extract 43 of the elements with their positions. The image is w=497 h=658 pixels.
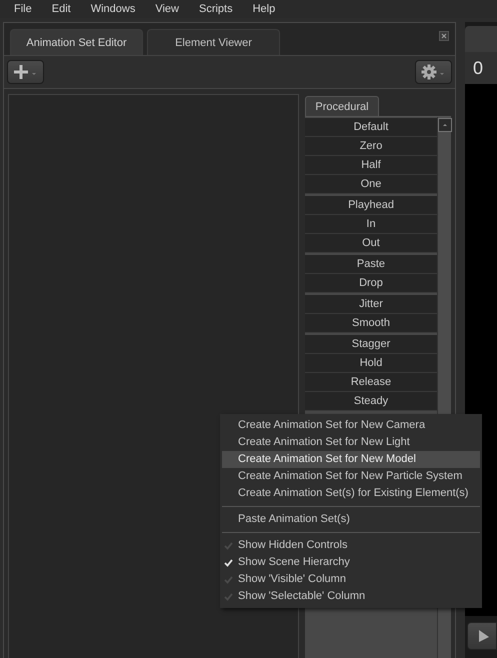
menu-item[interactable]: Show 'Visible' Column bbox=[238, 571, 346, 588]
procedural-button[interactable]: Paste bbox=[305, 255, 437, 274]
menu-item[interactable]: Scripts bbox=[198, 3, 233, 15]
menu-item[interactable]: View bbox=[155, 3, 179, 15]
procedural-button[interactable]: Drop bbox=[305, 274, 437, 293]
menu-item[interactable]: Edit bbox=[52, 3, 71, 15]
tab[interactable]: Animation Set Editor bbox=[10, 29, 143, 55]
settings-button[interactable] bbox=[415, 60, 452, 84]
cursor-arrow-icon bbox=[478, 629, 490, 643]
procedural-button[interactable]: Half bbox=[305, 156, 437, 175]
menu-item[interactable]: Create Animation Set for New Particle System bbox=[220, 468, 482, 485]
tab[interactable]: Procedural bbox=[305, 96, 379, 116]
procedural-button[interactable]: In bbox=[305, 215, 437, 234]
close-icon[interactable] bbox=[439, 31, 449, 41]
menu-item[interactable]: Create Animation Set for New Camera bbox=[220, 417, 482, 434]
procedural-button[interactable]: Zero bbox=[305, 137, 437, 156]
menu-item[interactable]: Show Hidden Controls bbox=[238, 537, 348, 554]
procedural-button[interactable]: Default bbox=[305, 118, 437, 137]
procedural-button[interactable]: Hold bbox=[305, 354, 437, 373]
procedural-button[interactable]: Smooth bbox=[305, 314, 437, 333]
procedural-button[interactable]: One bbox=[305, 175, 437, 194]
plus-icon bbox=[12, 64, 38, 80]
value-text: 0 bbox=[473, 58, 484, 78]
gear-icon bbox=[420, 64, 446, 80]
procedural-button[interactable]: Release bbox=[305, 373, 437, 392]
menu-item[interactable]: Show Scene Hierarchy bbox=[238, 554, 350, 571]
procedural-button[interactable]: Stagger bbox=[305, 335, 437, 354]
menu-item[interactable]: File bbox=[14, 3, 32, 15]
menu-item[interactable]: Windows bbox=[90, 3, 136, 15]
menu-item[interactable]: Create Animation Set(s) for Existing Element(s) bbox=[220, 485, 482, 502]
procedural-button[interactable]: Jitter bbox=[305, 295, 437, 314]
procedural-button[interactable]: Out bbox=[305, 234, 437, 253]
menu-item[interactable]: Create Animation Set for New Light bbox=[220, 434, 482, 451]
menu-item[interactable]: Show 'Selectable' Column bbox=[238, 588, 366, 605]
menu-item[interactable]: Help bbox=[252, 3, 276, 15]
menu-item[interactable]: Create Animation Set for New Model bbox=[222, 451, 480, 468]
procedural-button[interactable]: Steady bbox=[305, 392, 437, 411]
scroll-up-icon[interactable] bbox=[438, 118, 452, 132]
procedural-button[interactable]: Playhead bbox=[305, 196, 437, 215]
select-tool-button[interactable] bbox=[467, 622, 497, 650]
menu-item[interactable]: Paste Animation Set(s) bbox=[220, 511, 482, 528]
add-button[interactable] bbox=[7, 60, 44, 84]
tab[interactable]: Element Viewer bbox=[147, 29, 280, 55]
